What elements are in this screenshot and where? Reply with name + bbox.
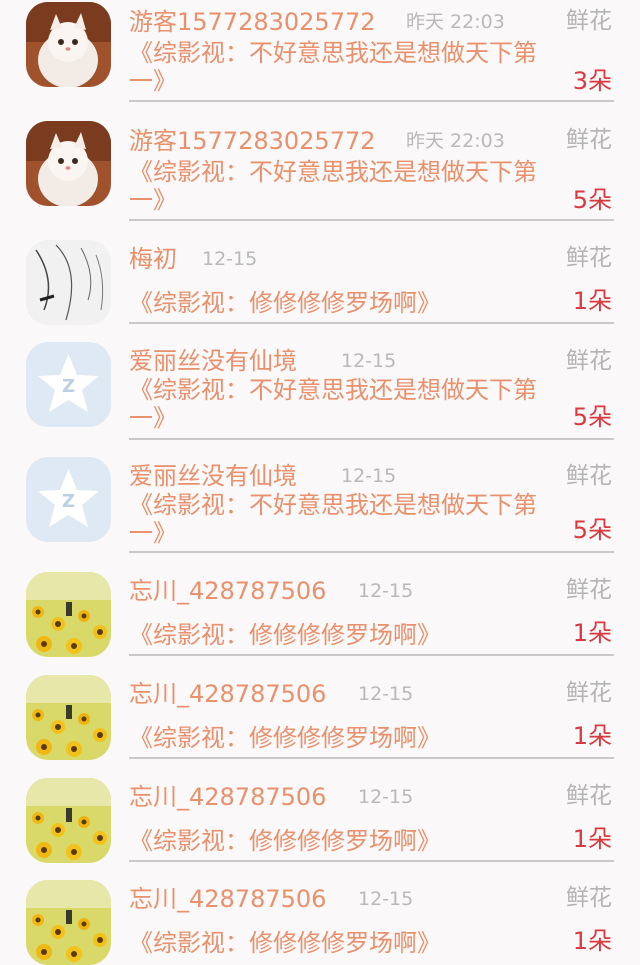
- work-title-link[interactable]: 《综影视：不好意思我还是想做天下第一》: [129, 491, 549, 547]
- work-title-link[interactable]: 《综影视：不好意思我还是想做天下第一》: [129, 39, 549, 95]
- work-title-link[interactable]: 《综影视：修修修修罗场啊》: [129, 929, 549, 957]
- list-item[interactable]: 忘川_428787506 12-15 鲜花 《综影视：修修修修罗场啊》 1朵: [0, 673, 640, 763]
- gift-count: 5朵: [572, 516, 612, 544]
- list-item[interactable]: 游客1577283025772 昨天 22:03 鲜花 《综影视：不好意思我还是…: [0, 0, 640, 103]
- username[interactable]: 忘川_428787506: [129, 780, 326, 814]
- gift-type-label: 鲜花: [566, 885, 612, 911]
- timestamp: 12-15: [358, 683, 414, 705]
- sunflower-avatar-icon[interactable]: [26, 675, 111, 760]
- sunflower-avatar-icon[interactable]: [26, 778, 111, 863]
- username[interactable]: 爱丽丝没有仙境: [129, 459, 297, 493]
- gift-count: 1朵: [572, 927, 612, 955]
- list-item[interactable]: 忘川_428787506 12-15 鲜花 《综影视：修修修修罗场啊》 1朵: [0, 776, 640, 866]
- timestamp: 昨天 22:03: [406, 130, 505, 152]
- qq-default-avatar-icon[interactable]: Z: [26, 342, 111, 427]
- cat-avatar-icon[interactable]: [26, 121, 111, 206]
- row-divider: [129, 757, 614, 759]
- gift-count: 3朵: [572, 67, 612, 95]
- timestamp: 昨天 22:03: [406, 11, 505, 33]
- username[interactable]: 忘川_428787506: [129, 574, 326, 608]
- qq-default-avatar-icon[interactable]: Z: [26, 457, 111, 542]
- list-item[interactable]: 游客1577283025772 昨天 22:03 鲜花 《综影视：不好意思我还是…: [0, 119, 640, 222]
- gift-type-label: 鲜花: [566, 8, 612, 34]
- username[interactable]: 游客1577283025772: [129, 124, 376, 158]
- row-divider: [129, 551, 614, 553]
- svg-text:Z: Z: [62, 491, 75, 512]
- username[interactable]: 忘川_428787506: [129, 882, 326, 916]
- work-title-link[interactable]: 《综影视：修修修修罗场啊》: [129, 621, 549, 649]
- username[interactable]: 爱丽丝没有仙境: [129, 344, 297, 378]
- gift-type-label: 鲜花: [566, 783, 612, 809]
- gift-comment-list: 游客1577283025772 昨天 22:03 鲜花 《综影视：不好意思我还是…: [0, 0, 640, 965]
- work-title-link[interactable]: 《综影视：修修修修罗场啊》: [129, 724, 549, 752]
- row-divider: [129, 860, 614, 862]
- row-divider: [129, 219, 614, 221]
- gift-count: 5朵: [572, 403, 612, 431]
- gift-count: 1朵: [572, 619, 612, 647]
- sketch-avatar-icon[interactable]: [26, 240, 111, 325]
- list-item[interactable]: 忘川_428787506 12-15 鲜花 《综影视：修修修修罗场啊》 1朵: [0, 570, 640, 660]
- gift-count: 1朵: [572, 287, 612, 315]
- work-title-link[interactable]: 《综影视：修修修修罗场啊》: [129, 289, 549, 317]
- gift-type-label: 鲜花: [566, 348, 612, 374]
- gift-type-label: 鲜花: [566, 577, 612, 603]
- gift-type-label: 鲜花: [566, 245, 612, 271]
- username[interactable]: 游客1577283025772: [129, 5, 376, 39]
- timestamp: 12-15: [341, 465, 397, 487]
- list-item[interactable]: 梅初 12-15 鲜花 《综影视：修修修修罗场啊》 1朵: [0, 238, 640, 328]
- list-item[interactable]: 忘川_428787506 12-15 鲜花 《综影视：修修修修罗场啊》 1朵: [0, 878, 640, 965]
- sunflower-avatar-icon[interactable]: [26, 880, 111, 965]
- sunflower-avatar-icon[interactable]: [26, 572, 111, 657]
- gift-type-label: 鲜花: [566, 680, 612, 706]
- work-title-link[interactable]: 《综影视：不好意思我还是想做天下第一》: [129, 158, 549, 214]
- row-divider: [129, 322, 614, 324]
- row-divider: [129, 100, 614, 102]
- row-divider: [129, 438, 614, 440]
- svg-text:Z: Z: [62, 376, 75, 397]
- username[interactable]: 梅初: [129, 242, 177, 276]
- cat-avatar-icon[interactable]: [26, 2, 111, 87]
- gift-type-label: 鲜花: [566, 463, 612, 489]
- username[interactable]: 忘川_428787506: [129, 677, 326, 711]
- gift-count: 5朵: [572, 186, 612, 214]
- timestamp: 12-15: [341, 350, 397, 372]
- timestamp: 12-15: [358, 580, 414, 602]
- list-item[interactable]: Z 爱丽丝没有仙境 12-15 鲜花 《综影视：不好意思我还是想做天下第一》 5…: [0, 455, 640, 558]
- timestamp: 12-15: [202, 248, 258, 270]
- work-title-link[interactable]: 《综影视：修修修修罗场啊》: [129, 827, 549, 855]
- timestamp: 12-15: [358, 786, 414, 808]
- gift-count: 1朵: [572, 825, 612, 853]
- row-divider: [129, 654, 614, 656]
- gift-type-label: 鲜花: [566, 127, 612, 153]
- work-title-link[interactable]: 《综影视：不好意思我还是想做天下第一》: [129, 376, 549, 432]
- gift-count: 1朵: [572, 722, 612, 750]
- timestamp: 12-15: [358, 888, 414, 910]
- list-item[interactable]: Z 爱丽丝没有仙境 12-15 鲜花 《综影视：不好意思我还是想做天下第一》 5…: [0, 340, 640, 443]
